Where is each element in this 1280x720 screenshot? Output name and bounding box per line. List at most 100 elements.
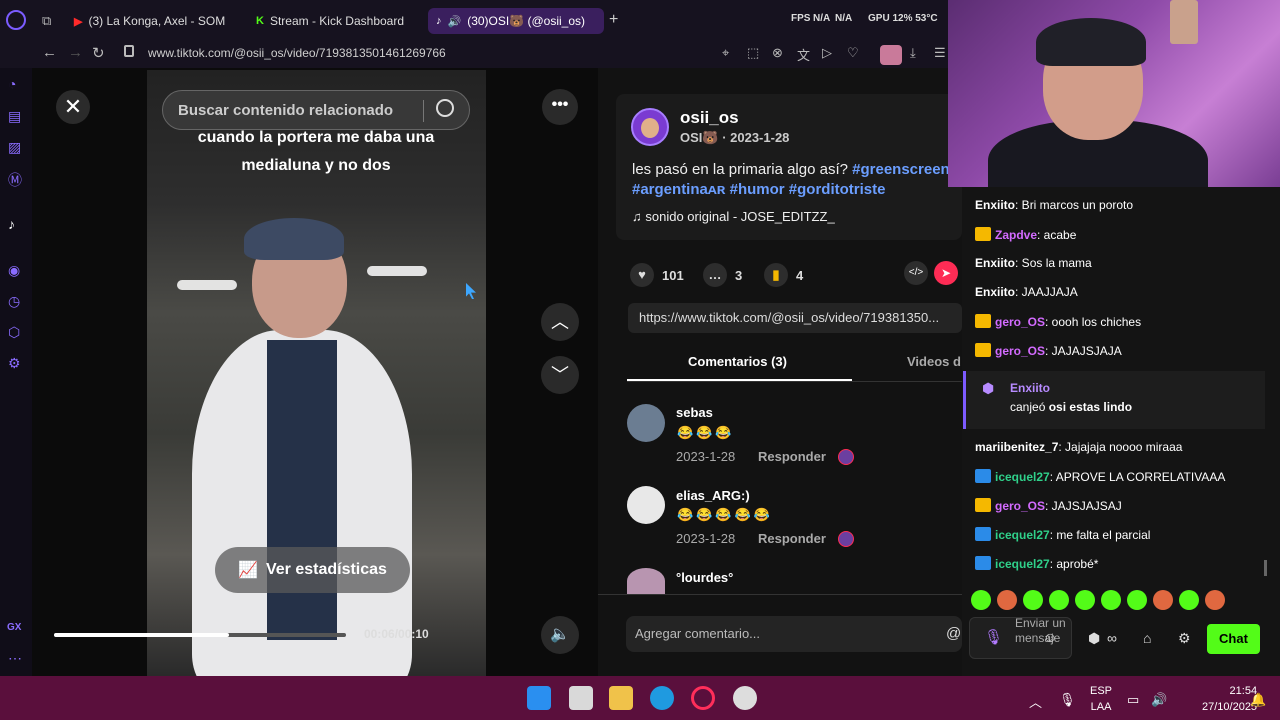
search-icon[interactable] — [436, 99, 454, 117]
player-icon[interactable]: ◉ — [8, 262, 20, 279]
history-icon[interactable]: ◷ — [8, 293, 20, 310]
author-username[interactable]: osii_os — [680, 108, 739, 128]
tab-tiktok[interactable]: ♪ 🔊 (30)OSI🐻 (@osii_os) — [428, 8, 604, 34]
chat-settings-icon[interactable]: ⚙ — [1178, 630, 1191, 647]
points-icon[interactable]: ⬢ — [1088, 630, 1100, 647]
like-button[interactable]: ♥ 101 — [630, 263, 684, 287]
play-icon[interactable]: ▷ — [822, 45, 832, 61]
reply-button[interactable]: Responder — [758, 531, 826, 546]
emote[interactable] — [1205, 590, 1225, 610]
comment-avatar[interactable] — [627, 486, 665, 524]
language-indicator[interactable]: ESP LAA — [1090, 683, 1112, 715]
tab-youtube[interactable]: ▶ (3) La Konga, Axel - SOM — [66, 8, 242, 34]
comment-username[interactable]: elias_ARG:) — [676, 488, 750, 503]
emote[interactable] — [1101, 590, 1121, 610]
more-icon[interactable]: ⋯ — [8, 650, 22, 667]
twitch-icon[interactable]: ▤ — [8, 108, 21, 125]
chat-username[interactable]: icequel27 — [995, 528, 1050, 542]
comment-avatar[interactable] — [627, 568, 665, 594]
more-options-button[interactable]: ••• — [542, 89, 578, 125]
emote[interactable] — [1075, 590, 1095, 610]
video-progress-bar[interactable] — [54, 633, 346, 637]
opera-gx-icon[interactable] — [691, 686, 715, 710]
volume-button[interactable]: 🔈 — [541, 616, 579, 654]
edge-icon[interactable] — [650, 686, 674, 710]
comment-username[interactable]: sebas — [676, 405, 713, 420]
obs-icon[interactable] — [733, 686, 757, 710]
embed-code-icon[interactable]: </> — [904, 261, 928, 285]
store-icon[interactable]: ⌂ — [1143, 630, 1151, 646]
mention-icon[interactable]: @ — [946, 625, 961, 642]
refresh-sidebar-icon[interactable]: ◔ — [8, 76, 16, 92]
new-tab-button[interactable]: + — [609, 11, 618, 29]
back-icon[interactable]: ← — [42, 44, 57, 61]
mic-icon[interactable]: 🎙 — [984, 628, 1003, 646]
snapshot-icon[interactable]: ⬚ — [747, 45, 759, 61]
tab-creator-videos[interactable]: Videos d — [907, 354, 961, 369]
chat-username[interactable]: Enxiito — [975, 285, 1015, 299]
comment-username[interactable]: °lourdes° — [676, 570, 733, 585]
network-icon[interactable]: ▭ — [1127, 692, 1139, 708]
heart-icon[interactable]: ♡ — [847, 45, 859, 61]
chat-username[interactable]: icequel27 — [995, 557, 1050, 571]
translate-icon[interactable]: 文 — [797, 45, 810, 64]
video-link-field[interactable]: https://www.tiktok.com/@osii_os/video/71… — [628, 303, 962, 333]
chat-username[interactable]: Zapdve — [995, 228, 1037, 242]
file-explorer-icon[interactable] — [609, 686, 633, 710]
send-chat-button[interactable]: Chat — [1207, 624, 1260, 654]
chat-username[interactable]: gero_OS — [995, 499, 1045, 513]
clock[interactable]: 21:54 27/10/2025 — [1202, 683, 1257, 715]
forward-icon[interactable]: → — [68, 44, 83, 61]
tiktok-sidebar-icon[interactable]: ♪ — [8, 216, 15, 232]
view-stats-button[interactable]: 📈 Ver estadísticas — [215, 547, 410, 593]
save-button[interactable]: ▮ 4 — [764, 263, 803, 287]
emote[interactable] — [1023, 590, 1043, 610]
workspace-icon[interactable]: ⧉ — [42, 13, 51, 29]
emote[interactable] — [1127, 590, 1147, 610]
previous-video-button[interactable]: ︿ — [541, 303, 579, 341]
chat-scrollbar[interactable] — [1264, 560, 1267, 576]
emoji-icon[interactable]: ☺ — [1043, 629, 1057, 645]
start-icon[interactable] — [527, 686, 551, 710]
chat-username[interactable]: mariibenitez_7 — [975, 440, 1058, 454]
notes-icon[interactable]: ▨ — [8, 139, 21, 156]
pin-icon[interactable]: ⌖ — [722, 45, 729, 61]
url-field[interactable]: www.tiktok.com/@osii_os/video/7193813501… — [148, 46, 446, 60]
mic-tray-icon[interactable]: 🎙 — [1059, 692, 1076, 708]
author-avatar[interactable] — [631, 108, 669, 146]
next-video-button[interactable]: ﹀ — [541, 356, 579, 394]
chat-username[interactable]: Enxiito — [975, 256, 1015, 270]
tab-comments[interactable]: Comentarios (3) — [688, 354, 787, 369]
profile-avatar[interactable] — [880, 45, 902, 65]
chat-username[interactable]: icequel27 — [995, 470, 1050, 484]
settings-sidebar-icon[interactable]: ⚙ — [8, 355, 21, 372]
chat-username[interactable]: gero_OS — [995, 315, 1045, 329]
m-icon[interactable]: Ⓜ — [8, 170, 22, 190]
emote[interactable] — [971, 590, 991, 610]
redeem-username[interactable]: Enxiito — [1010, 381, 1050, 395]
hashtag[interactable]: #argentinaᴀʀ — [632, 181, 725, 198]
emote[interactable] — [997, 590, 1017, 610]
chat-username[interactable]: Enxiito — [975, 198, 1015, 212]
notifications-icon[interactable]: 🔔 — [1250, 692, 1266, 708]
reply-button[interactable]: Responder — [758, 449, 826, 464]
comment-avatar[interactable] — [627, 404, 665, 442]
task-view-icon[interactable] — [569, 686, 593, 710]
emote[interactable] — [1049, 590, 1069, 610]
show-hidden-icons[interactable]: ︿ — [1029, 692, 1042, 711]
add-comment-input[interactable]: Agregar comentario... — [626, 616, 962, 652]
volume-tray-icon[interactable]: 🔊 — [1151, 692, 1167, 708]
share-icon[interactable]: ➤ — [934, 261, 958, 285]
extensions-icon[interactable]: ⬡ — [8, 324, 20, 341]
hashtag[interactable]: #gorditotriste — [789, 181, 886, 198]
shield-icon[interactable]: ⊗ — [772, 45, 783, 61]
hashtag[interactable]: #humor — [730, 181, 785, 198]
infinity-icon[interactable]: ∞ — [1107, 630, 1117, 646]
hashtag[interactable]: #greenscreen — [852, 161, 950, 178]
tab-kick[interactable]: K Stream - Kick Dashboard — [248, 8, 420, 34]
close-button[interactable]: ✕ — [56, 90, 90, 124]
emote[interactable] — [1179, 590, 1199, 610]
chat-username[interactable]: gero_OS — [995, 344, 1045, 358]
sound-link[interactable]: ♫ sonido original - JOSE_EDITZZ_ — [632, 209, 835, 224]
opera-logo-icon[interactable] — [6, 10, 26, 30]
